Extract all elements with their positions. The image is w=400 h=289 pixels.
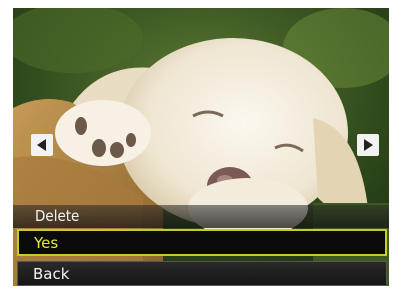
menu-title: Delete — [13, 205, 389, 228]
delete-menu: Delete Yes Back — [13, 205, 389, 286]
camera-playback-screen: Delete Yes Back — [13, 8, 389, 286]
next-image-button[interactable] — [357, 134, 379, 156]
menu-item-yes[interactable]: Yes — [17, 229, 387, 256]
triangle-left-icon — [37, 139, 46, 151]
previous-image-button[interactable] — [31, 134, 53, 156]
menu-item-back[interactable]: Back — [17, 261, 387, 286]
triangle-right-icon — [364, 139, 373, 151]
